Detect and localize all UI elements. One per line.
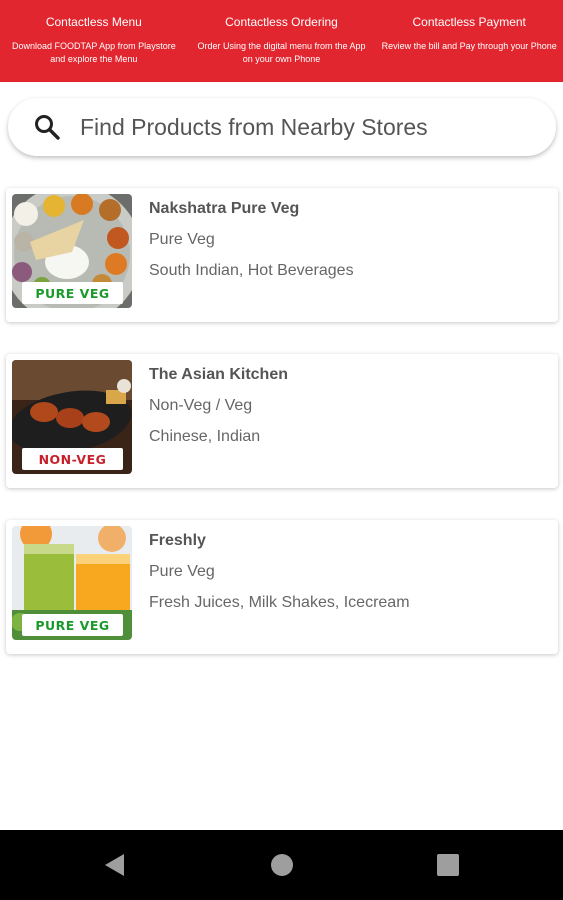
store-image-grilled-chicken: NON-VEG — [12, 360, 132, 474]
store-card[interactable]: NON-VEG The Asian Kitchen Non-Veg / Veg … — [6, 354, 558, 488]
banner-text: Order Using the digital menu from the Ap… — [197, 41, 366, 64]
back-triangle-icon[interactable] — [102, 852, 128, 878]
banner-title: Contactless Payment — [412, 15, 526, 29]
store-name: Freshly — [149, 532, 206, 549]
store-cuisine: Chinese, Indian — [149, 428, 261, 445]
banner-contactless-ordering: Contactless Ordering Order Using the dig… — [188, 0, 376, 82]
store-cuisine: South Indian, Hot Beverages — [149, 262, 354, 279]
search-icon — [33, 113, 61, 141]
non-veg-badge: NON-VEG — [22, 448, 123, 470]
banner-title: Contactless Menu — [45, 15, 142, 29]
veg-badge: PURE VEG — [22, 614, 123, 636]
banner-contactless-menu: Contactless Menu Download FOODTAP App fr… — [0, 0, 188, 82]
search-input[interactable] — [80, 113, 540, 141]
banner-text: Download FOODTAP App from Playstore and … — [11, 41, 176, 64]
store-type: Pure Veg — [149, 231, 215, 248]
store-name: The Asian Kitchen — [149, 366, 288, 383]
store-type: Pure Veg — [149, 563, 215, 580]
veg-badge: PURE VEG — [22, 282, 123, 304]
home-circle-icon[interactable] — [269, 852, 295, 878]
store-image-juices: PURE VEG — [12, 526, 132, 640]
banner-contactless-payment: Contactless Payment Review the bill and … — [375, 0, 563, 82]
system-navigation-bar — [0, 830, 563, 900]
store-type: Non-Veg / Veg — [149, 397, 253, 414]
banner-title: Contactless Ordering — [225, 15, 338, 29]
store-card[interactable]: PURE VEG Nakshatra Pure Veg Pure Veg Sou… — [6, 188, 558, 322]
info-banner: Contactless Menu Download FOODTAP App fr… — [0, 0, 563, 82]
banner-text: Review the bill and Pay through your Pho… — [381, 41, 557, 51]
recents-square-icon[interactable] — [435, 852, 461, 878]
store-name: Nakshatra Pure Veg — [149, 200, 300, 217]
store-cuisine: Fresh Juices, Milk Shakes, Icecream — [149, 594, 410, 611]
store-card[interactable]: PURE VEG Freshly Pure Veg Fresh Juices, … — [6, 520, 558, 654]
search-bar[interactable] — [8, 98, 556, 156]
store-image-thali: PURE VEG — [12, 194, 132, 308]
